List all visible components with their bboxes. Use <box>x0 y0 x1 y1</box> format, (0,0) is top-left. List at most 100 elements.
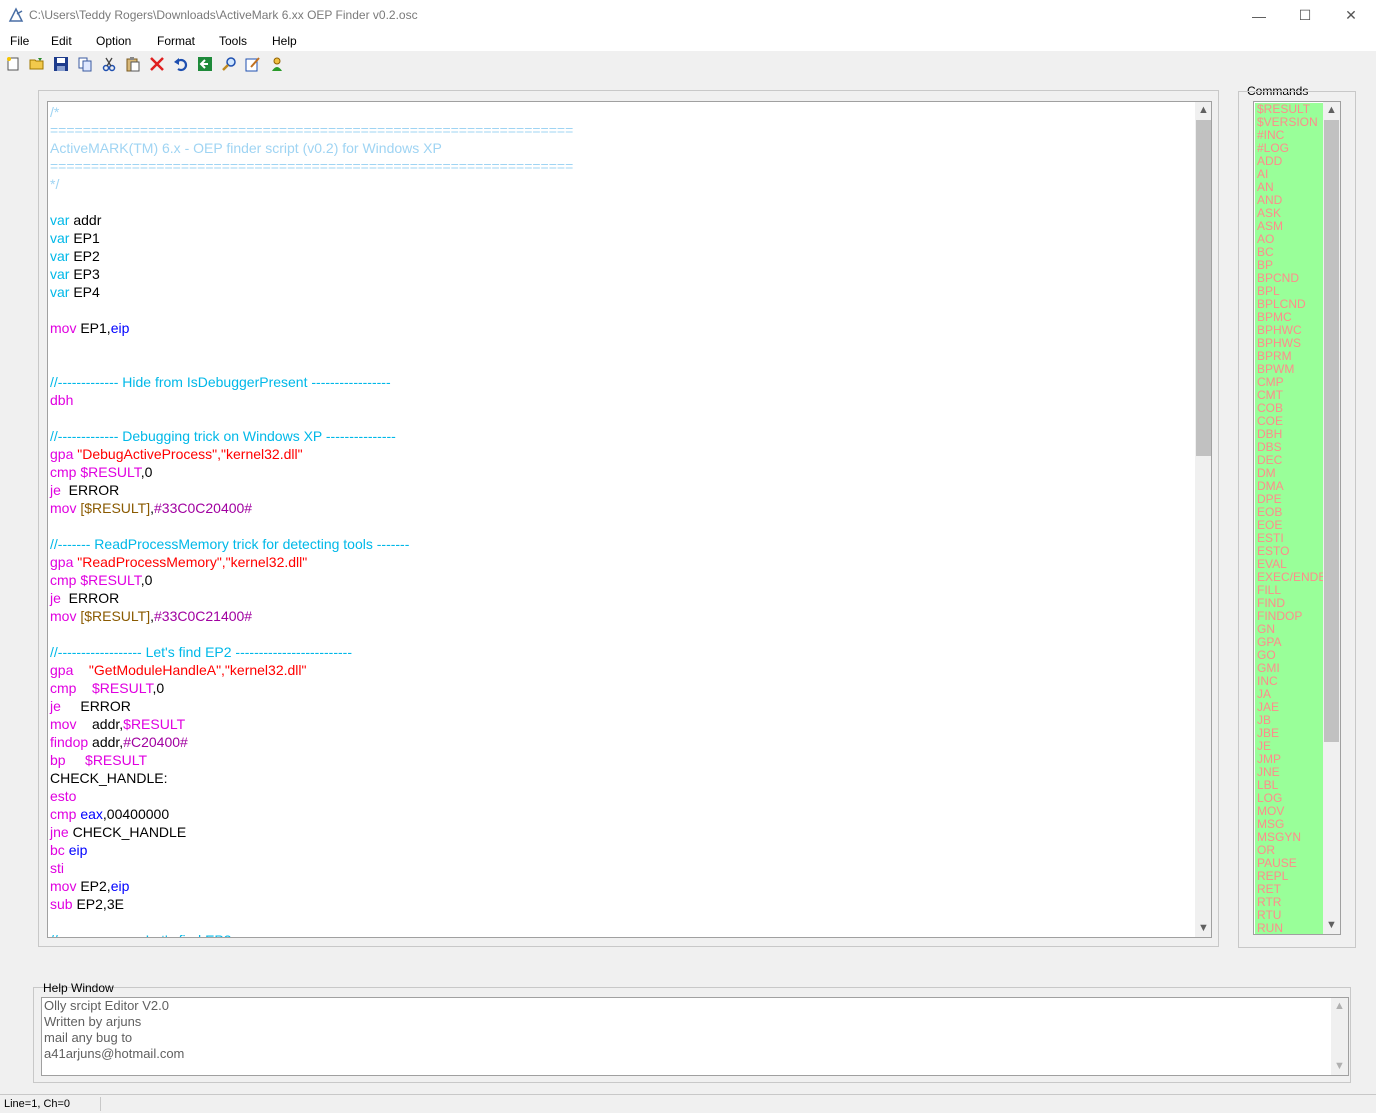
scroll-up-arrow[interactable]: ▲ <box>1195 104 1211 116</box>
new-file-icon[interactable] <box>5 56 21 72</box>
code-area[interactable]: /* ======================================… <box>50 103 1190 937</box>
code-token: //------------- Hide from IsDebuggerPres… <box>50 374 391 390</box>
code-line[interactable]: //------------- Hide from IsDebuggerPres… <box>50 373 1190 391</box>
code-line[interactable]: //------- ReadProcessMemory trick for de… <box>50 535 1190 553</box>
code-line[interactable]: bp $RESULT <box>50 751 1190 769</box>
code-line[interactable]: esto <box>50 787 1190 805</box>
code-line[interactable]: mov EP1,eip <box>50 319 1190 337</box>
menu-format[interactable]: Format <box>157 34 195 48</box>
user-icon[interactable] <box>269 56 285 72</box>
code-token: #33C0C21400# <box>154 608 253 624</box>
code-line[interactable]: var EP3 <box>50 265 1190 283</box>
delete-icon[interactable] <box>149 56 165 72</box>
code-token: eax <box>80 806 103 822</box>
code-line[interactable] <box>50 355 1190 373</box>
cut-icon[interactable] <box>101 56 117 72</box>
code-line[interactable]: CHECK_HANDLE: <box>50 769 1190 787</box>
code-line[interactable]: ========================================… <box>50 121 1190 139</box>
command-list[interactable]: $RESULT $VERSION #INC #LOG ADD AI AN AND ASK ASM A… <box>1255 103 1323 935</box>
code-line[interactable]: //------------- Debugging trick on Windo… <box>50 427 1190 445</box>
code-line[interactable]: mov [$RESULT],#33C0C21400# <box>50 607 1190 625</box>
code-line[interactable]: var addr <box>50 211 1190 229</box>
code-token: mov <box>50 500 81 516</box>
code-line[interactable]: cmp $RESULT,0 <box>50 463 1190 481</box>
scroll-thumb[interactable] <box>1324 120 1339 742</box>
code-token: gpa <box>50 662 89 678</box>
code-token: var <box>50 284 70 300</box>
code-line[interactable] <box>50 913 1190 931</box>
close-button[interactable]: ✕ <box>1328 0 1374 31</box>
code-line[interactable]: jne CHECK_HANDLE <box>50 823 1190 841</box>
code-line[interactable] <box>50 337 1190 355</box>
menu-help[interactable]: Help <box>272 34 297 48</box>
commands-scrollbar[interactable]: ▲ ▼ <box>1323 102 1340 934</box>
code-line[interactable]: /* <box>50 103 1190 121</box>
code-line[interactable]: gpa "ReadProcessMemory","kernel32.dll" <box>50 553 1190 571</box>
code-line[interactable]: ========================================… <box>50 157 1190 175</box>
minimize-button[interactable]: — <box>1236 0 1282 31</box>
save-icon[interactable] <box>53 56 69 72</box>
help-scrollbar[interactable]: ▲ ▼ <box>1331 998 1348 1075</box>
scroll-up-arrow[interactable]: ▲ <box>1323 104 1340 116</box>
code-line[interactable]: var EP4 <box>50 283 1190 301</box>
scroll-down-arrow[interactable]: ▼ <box>1323 919 1340 931</box>
code-line[interactable]: sub EP2,3E <box>50 895 1190 913</box>
code-line[interactable]: //------------------ Let's find EP3 ----… <box>50 931 1190 937</box>
menu-option[interactable]: Option <box>96 34 131 48</box>
menu-tools[interactable]: Tools <box>219 34 247 48</box>
code-line[interactable]: */ <box>50 175 1190 193</box>
code-line[interactable] <box>50 517 1190 535</box>
code-line[interactable]: //------------------ Let's find EP2 ----… <box>50 643 1190 661</box>
code-token: dbh <box>50 392 74 408</box>
code-token: jne <box>50 824 69 840</box>
scroll-up-arrow[interactable]: ▲ <box>1331 1000 1348 1012</box>
copy-icon[interactable] <box>77 56 93 72</box>
commands-listbox[interactable]: $RESULT $VERSION #INC #LOG ADD AI AN AND ASK ASM A… <box>1253 101 1341 935</box>
code-line[interactable]: cmp $RESULT,0 <box>50 679 1190 697</box>
code-line[interactable]: cmp $RESULT,0 <box>50 571 1190 589</box>
undo-icon[interactable] <box>173 56 189 72</box>
scroll-thumb[interactable] <box>1196 120 1211 456</box>
code-line[interactable]: je ERROR <box>50 481 1190 499</box>
find-icon[interactable] <box>221 56 237 72</box>
script-editor[interactable]: /* ======================================… <box>47 101 1212 938</box>
code-token: eip <box>68 842 88 858</box>
code-token: CHECK_HANDLE: <box>50 770 168 786</box>
code-line[interactable]: gpa "DebugActiveProcess","kernel32.dll" <box>50 445 1190 463</box>
code-token: $RESULT <box>80 572 141 588</box>
back-icon[interactable] <box>197 56 213 72</box>
help-window[interactable]: Olly srcipt Editor V2.0 Written by arjun… <box>41 997 1349 1076</box>
code-line[interactable]: findop addr,#C20400# <box>50 733 1190 751</box>
maximize-button[interactable]: ☐ <box>1282 0 1328 31</box>
code-line[interactable]: bc eip <box>50 841 1190 859</box>
open-folder-icon[interactable] <box>29 56 45 72</box>
code-token: gpa <box>50 446 78 462</box>
code-line[interactable]: sti <box>50 859 1190 877</box>
code-line[interactable] <box>50 409 1190 427</box>
code-line[interactable]: var EP2 <box>50 247 1190 265</box>
code-line[interactable]: cmp eax,00400000 <box>50 805 1190 823</box>
edit-icon[interactable] <box>245 56 261 72</box>
code-line[interactable]: gpa "GetModuleHandleA","kernel32.dll" <box>50 661 1190 679</box>
scroll-down-arrow[interactable]: ▼ <box>1195 922 1211 934</box>
code-token: ActiveMARK(TM) 6.x - OEP finder script (… <box>50 140 442 156</box>
code-line[interactable] <box>50 625 1190 643</box>
code-line[interactable]: je ERROR <box>50 697 1190 715</box>
code-line[interactable]: mov addr,$RESULT <box>50 715 1190 733</box>
menu-file[interactable]: File <box>10 34 29 48</box>
code-line[interactable] <box>50 301 1190 319</box>
code-line[interactable]: dbh <box>50 391 1190 409</box>
code-line[interactable]: ActiveMARK(TM) 6.x - OEP finder script (… <box>50 139 1190 157</box>
menu-edit[interactable]: Edit <box>51 34 72 48</box>
editor-scrollbar[interactable]: ▲ ▼ <box>1195 102 1211 937</box>
scroll-down-arrow[interactable]: ▼ <box>1331 1060 1348 1072</box>
code-line[interactable] <box>50 193 1190 211</box>
code-line[interactable]: je ERROR <box>50 589 1190 607</box>
code-line[interactable]: var EP1 <box>50 229 1190 247</box>
command-item[interactable]: RUN <box>1255 922 1323 935</box>
code-line[interactable]: mov [$RESULT],#33C0C20400# <box>50 499 1190 517</box>
code-token: $RESULT <box>85 752 148 768</box>
code-line[interactable]: mov EP2,eip <box>50 877 1190 895</box>
paste-icon[interactable] <box>125 56 141 72</box>
code-token: cmp <box>50 806 81 822</box>
